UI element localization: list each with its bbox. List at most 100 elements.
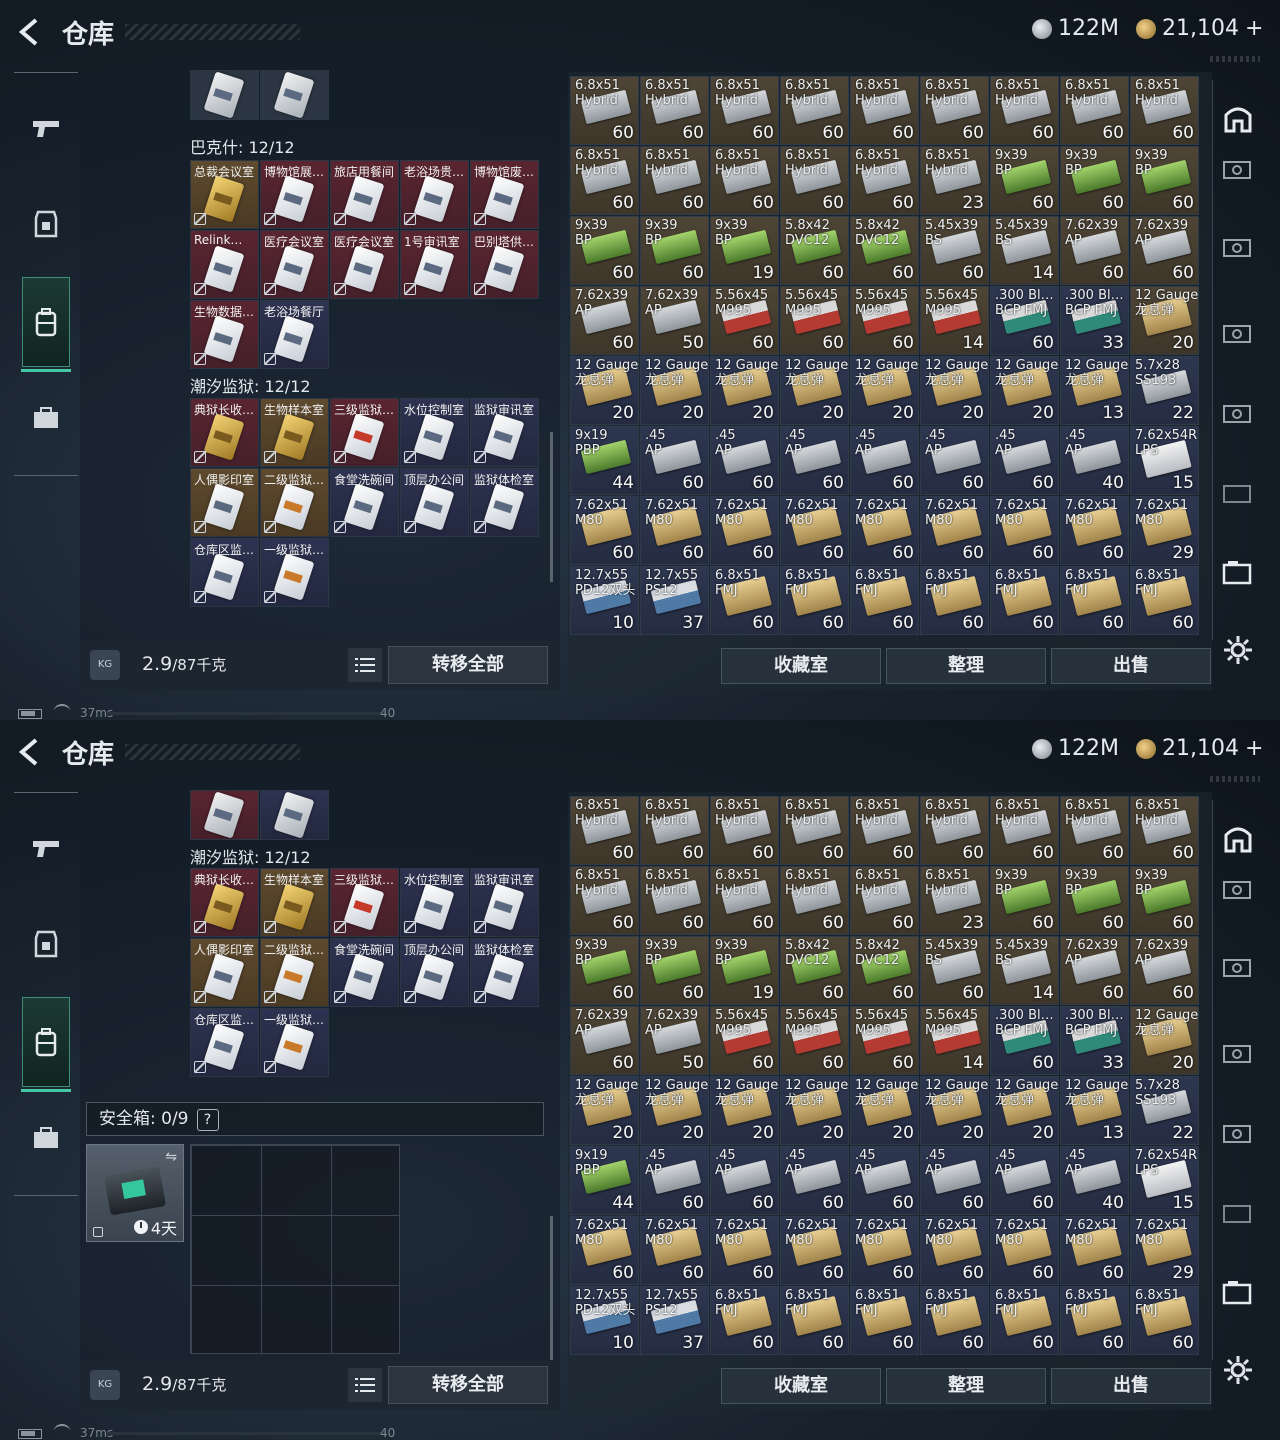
keycard-slot[interactable]: 老浴场贵… [400, 160, 469, 229]
ammo-slot[interactable]: 12 Gauge 龙息弹 20 [1130, 1006, 1199, 1075]
keycard-slot[interactable]: 三级监狱… [330, 868, 399, 937]
add-gold-icon[interactable]: + [1245, 736, 1263, 761]
ammo-slot[interactable]: 5.56x45 M995 60 [780, 286, 849, 355]
ammo-slot[interactable]: 6.8x51 Hybrid 60 [710, 76, 779, 145]
ammo-slot[interactable]: 7.62x51 M80 60 [640, 1216, 709, 1285]
ammo-slot[interactable]: 7.62x51 M80 60 [570, 496, 639, 565]
ammo-slot[interactable]: 7.62x39 AP 60 [1130, 216, 1199, 285]
ammo-slot[interactable]: 7.62x39 AP 50 [640, 286, 709, 355]
ammo-slot[interactable]: 5.8x42 DVC12 60 [780, 216, 849, 285]
ammo-slot[interactable]: 5.56x45 M995 60 [710, 1006, 779, 1075]
ammo-slot[interactable]: 6.8x51 Hybrid 60 [570, 866, 639, 935]
transfer-all-button[interactable]: 转移全部 [388, 646, 548, 684]
safebox-grid[interactable] [190, 1144, 400, 1354]
ammo-slot[interactable]: 6.8x51 Hybrid 23 [920, 146, 989, 215]
keycard-slot[interactable] [190, 70, 259, 120]
settings-gear-icon[interactable] [1222, 634, 1254, 666]
ammo-slot[interactable]: .300 Bl… BCP FMJ 33 [1060, 286, 1129, 355]
ammo-slot[interactable]: 5.45x39 BS 14 [990, 936, 1059, 1005]
ammo-slot[interactable]: 5.8x42 DVC12 60 [780, 936, 849, 1005]
ammo-slot[interactable]: 6.8x51 Hybrid 60 [640, 866, 709, 935]
ammo-slot[interactable]: 12.7x55 PS12 37 [640, 1286, 709, 1355]
list-view-button[interactable] [348, 648, 382, 682]
tab-storage-3[interactable] [1221, 1036, 1255, 1070]
ammo-slot[interactable]: 12 Gauge 龙息弹 20 [640, 356, 709, 425]
settings-gear-icon[interactable] [1222, 1354, 1254, 1386]
keycard-slot[interactable]: 生物样本室 [260, 398, 329, 467]
gold-currency[interactable]: 21,104 + [1136, 736, 1263, 761]
ammo-slot[interactable]: 6.8x51 Hybrid 60 [570, 796, 639, 865]
ammo-slot[interactable]: 12 Gauge 龙息弹 13 [1060, 1076, 1129, 1145]
ammo-slot[interactable]: 7.62x54R LPS 15 [1130, 1146, 1199, 1215]
ammo-slot[interactable]: 9x39 BP 19 [710, 216, 779, 285]
ammo-slot[interactable]: .45 AP 60 [710, 426, 779, 495]
ammo-slot[interactable]: 6.8x51 Hybrid 60 [850, 76, 919, 145]
tab-storage-4[interactable] [1221, 1116, 1255, 1150]
tab-storage-6[interactable] [1221, 556, 1255, 590]
ammo-slot[interactable]: 7.62x51 M80 29 [1130, 496, 1199, 565]
keycard-slot[interactable]: 1号审讯室 [400, 230, 469, 299]
ammo-slot[interactable]: 6.8x51 Hybrid 60 [1130, 796, 1199, 865]
ammo-slot[interactable]: 6.8x51 FMJ 60 [710, 566, 779, 635]
ammo-slot[interactable]: 7.62x51 M80 60 [640, 496, 709, 565]
tab-all-storage[interactable] [1221, 822, 1255, 856]
ammo-slot[interactable]: 12 Gauge 龙息弹 20 [640, 1076, 709, 1145]
tab-storage-5[interactable] [1221, 476, 1255, 510]
ammo-slot[interactable]: .300 Bl… BCP FMJ 60 [990, 1006, 1059, 1075]
keycard-slot[interactable]: Relink… [190, 230, 259, 299]
ammo-slot[interactable]: 7.62x51 M80 60 [780, 496, 849, 565]
keycard-slot[interactable]: 二级监狱… [260, 468, 329, 537]
ammo-slot[interactable]: 6.8x51 Hybrid 60 [780, 796, 849, 865]
ammo-slot[interactable]: 6.8x51 Hybrid 60 [570, 76, 639, 145]
ammo-slot[interactable]: 7.62x51 M80 60 [710, 496, 779, 565]
ammo-slot[interactable]: 6.8x51 FMJ 60 [1060, 566, 1129, 635]
ammo-slot[interactable]: 9x39 BP 60 [640, 216, 709, 285]
ammo-slot[interactable]: 6.8x51 FMJ 60 [850, 1286, 919, 1355]
ammo-slot[interactable]: 12 Gauge 龙息弹 20 [570, 1076, 639, 1145]
ammo-slot[interactable]: 6.8x51 FMJ 60 [710, 1286, 779, 1355]
ammo-slot[interactable]: 9x39 BP 19 [710, 936, 779, 1005]
transfer-all-button[interactable]: 转移全部 [388, 1366, 548, 1404]
ammo-slot[interactable]: 12 Gauge 龙息弹 20 [780, 356, 849, 425]
ammo-slot[interactable]: 12 Gauge 龙息弹 20 [710, 356, 779, 425]
ammo-slot[interactable]: 6.8x51 Hybrid 60 [640, 796, 709, 865]
ammo-slot[interactable]: 6.8x51 Hybrid 60 [990, 796, 1059, 865]
ammo-slot[interactable]: 5.56x45 M995 60 [850, 286, 919, 355]
keycard-slot[interactable]: 食堂洗碗间 [330, 938, 399, 1007]
ammo-slot[interactable]: .45 AP 60 [780, 1146, 849, 1215]
keycard-slot[interactable]: 人偶影印室 [190, 938, 259, 1007]
ammo-slot[interactable]: 6.8x51 Hybrid 60 [850, 796, 919, 865]
ammo-slot[interactable]: 5.56x45 M995 60 [850, 1006, 919, 1075]
keycard-slot[interactable]: 旅店用餐间 [330, 160, 399, 229]
ammo-slot[interactable]: 9x19 PBP 44 [570, 1146, 639, 1215]
ammo-slot[interactable]: 6.8x51 Hybrid 23 [920, 866, 989, 935]
ammo-slot[interactable]: 6.8x51 Hybrid 60 [920, 796, 989, 865]
swap-icon[interactable]: ⇋ [165, 1149, 177, 1165]
sidebar-armor[interactable] [22, 179, 70, 269]
keycard-slot[interactable]: 仓库区监… [190, 538, 259, 607]
scrollbar[interactable] [550, 1216, 553, 1366]
ammo-slot[interactable]: 7.62x51 M80 60 [920, 496, 989, 565]
ammo-slot[interactable]: 6.8x51 FMJ 60 [1130, 566, 1199, 635]
keycard-slot[interactable] [260, 70, 329, 120]
ammo-slot[interactable]: .45 AP 60 [850, 1146, 919, 1215]
ammo-slot[interactable]: .45 AP 60 [640, 1146, 709, 1215]
ammo-slot[interactable]: 6.8x51 Hybrid 60 [1060, 76, 1129, 145]
ammo-slot[interactable]: 5.8x42 DVC12 60 [850, 216, 919, 285]
ammo-slot[interactable]: 5.7x28 SS193 22 [1130, 1076, 1199, 1145]
ammo-slot[interactable]: 12 Gauge 龙息弹 13 [1060, 356, 1129, 425]
ammo-slot[interactable]: 5.56x45 M995 60 [710, 286, 779, 355]
ammo-slot[interactable]: 5.56x45 M995 14 [920, 286, 989, 355]
ammo-slot[interactable]: 7.62x39 AP 60 [570, 286, 639, 355]
ammo-slot[interactable]: 7.62x39 AP 60 [570, 1006, 639, 1075]
ammo-slot[interactable]: 6.8x51 Hybrid 60 [1060, 796, 1129, 865]
ammo-slot[interactable]: 12 Gauge 龙息弹 20 [990, 1076, 1059, 1145]
safebox-case-slot[interactable]: ⇋ 4天 [86, 1144, 184, 1242]
ammo-slot[interactable]: 6.8x51 FMJ 60 [990, 566, 1059, 635]
keycard-slot[interactable]: 总裁会议室 [190, 160, 259, 229]
keycard-slot[interactable]: 典狱长收… [190, 868, 259, 937]
ammo-slot[interactable]: 5.8x42 DVC12 60 [850, 936, 919, 1005]
keycard-slot[interactable]: 医疗会议室 [330, 230, 399, 299]
ammo-slot[interactable]: 5.45x39 BS 60 [920, 216, 989, 285]
ammo-slot[interactable]: 12 Gauge 龙息弹 20 [1130, 286, 1199, 355]
